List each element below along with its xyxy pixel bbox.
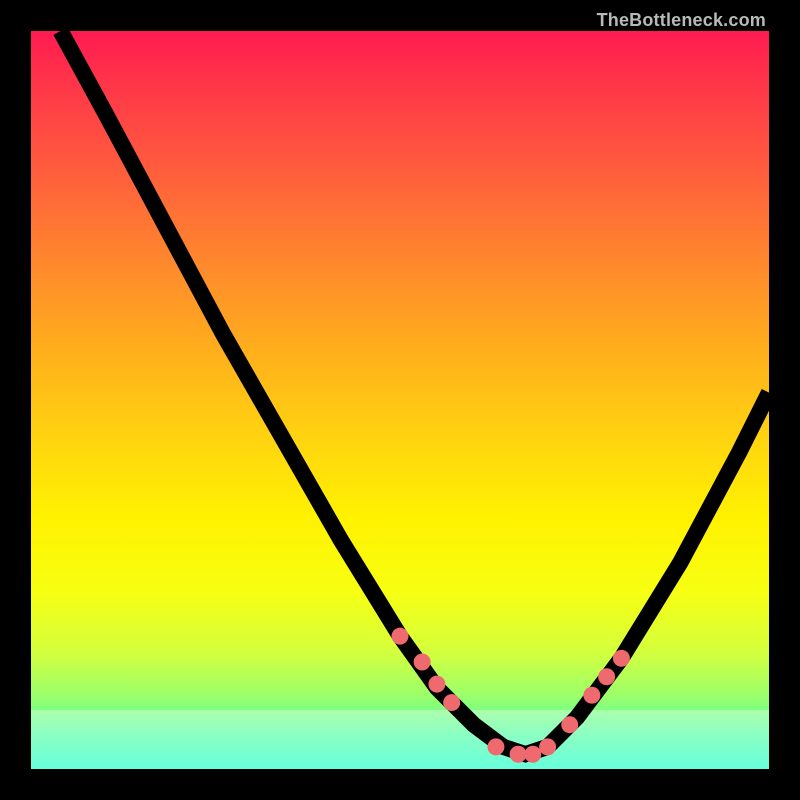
marker-dot: [524, 746, 541, 763]
marker-dot: [510, 746, 527, 763]
attribution-text: TheBottleneck.com: [597, 10, 766, 31]
baseline-glow-band: [31, 710, 769, 769]
marker-dot: [561, 716, 578, 733]
marker-dot: [598, 668, 615, 685]
bottleneck-curve: [61, 31, 769, 754]
marker-dot: [392, 628, 409, 645]
chart-frame: TheBottleneck.com: [0, 0, 800, 800]
marker-dot: [539, 738, 556, 755]
marker-dot: [414, 654, 431, 671]
marker-dot: [428, 676, 445, 693]
marker-dot: [613, 650, 630, 667]
marker-dot: [583, 687, 600, 704]
marker-dot: [487, 738, 504, 755]
marker-dot: [443, 694, 460, 711]
bottleneck-chart: [31, 31, 769, 769]
